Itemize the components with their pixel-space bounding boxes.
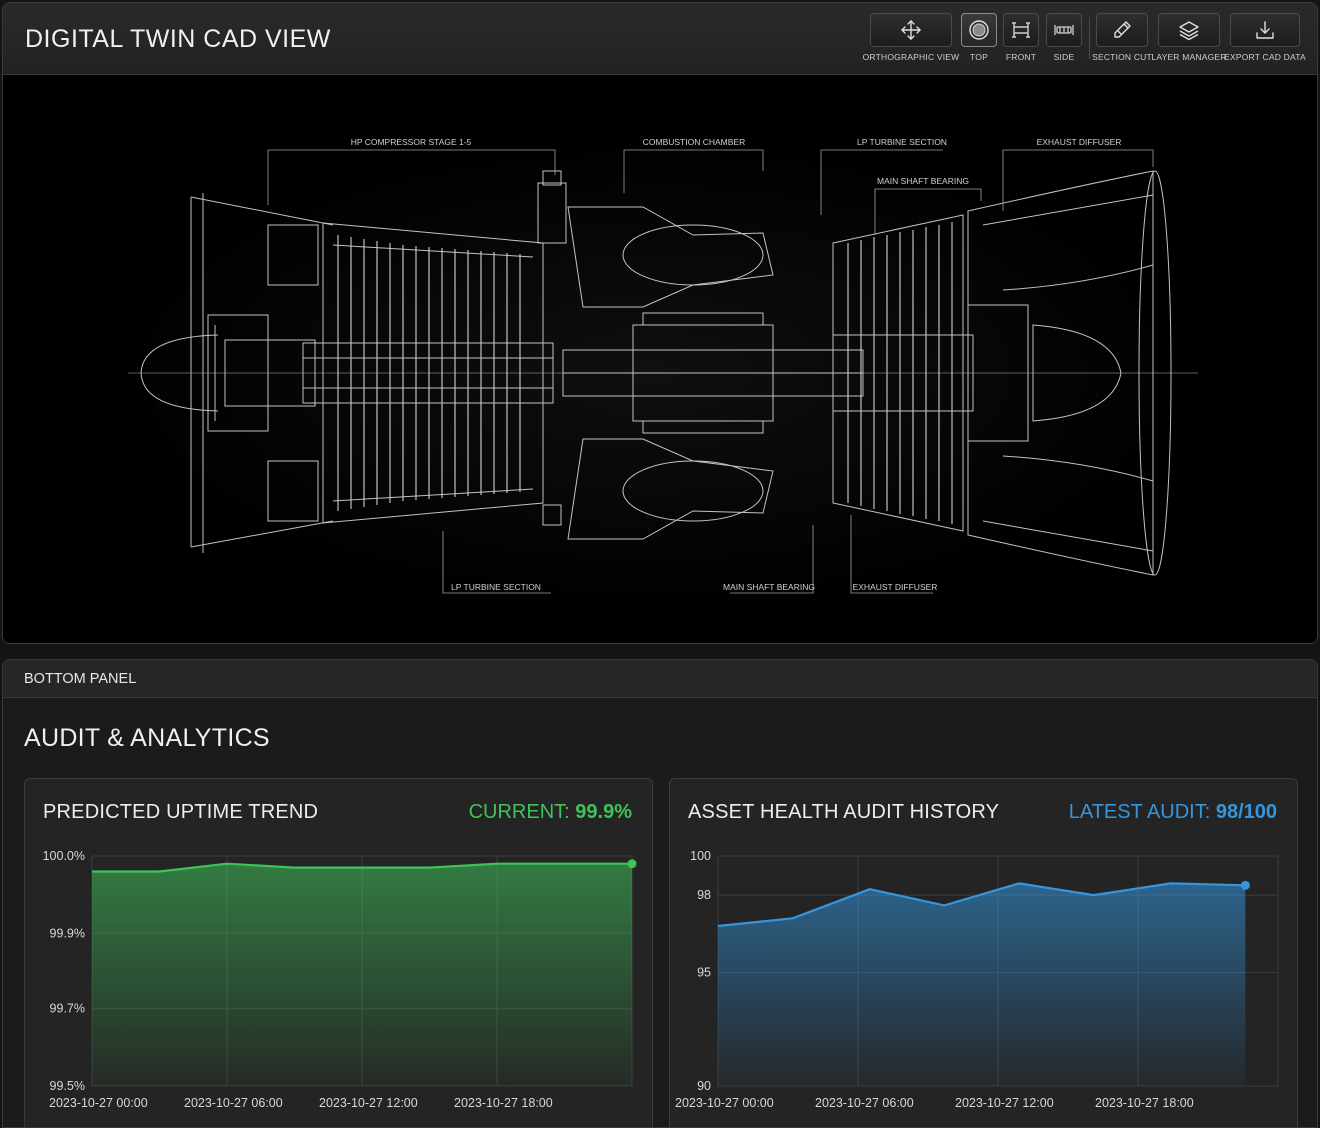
x-tick-label: 2023-10-27 00:00 xyxy=(49,1096,148,1110)
section-cut-icon xyxy=(1114,21,1131,38)
tool-label: SECTION CUT xyxy=(1092,52,1152,62)
uptime-trend-chart[interactable]: 100.0% 99.9% 99.7% 99.5% 2023-10-27 00:00 202… xyxy=(25,779,654,1128)
toolbar-divider xyxy=(1089,17,1090,59)
latest-data-point[interactable] xyxy=(1240,880,1250,890)
callout-label: EXHAUST DIFFUSER xyxy=(1037,137,1122,147)
export-cad-data-button[interactable]: EXPORT CAD DATA xyxy=(1224,13,1306,62)
tool-btn-frame[interactable] xyxy=(1096,13,1148,47)
tool-label: TOP xyxy=(970,52,988,62)
series-area xyxy=(718,883,1246,1086)
y-tick-label: 90 xyxy=(697,1079,711,1093)
y-tick-label: 99.5% xyxy=(50,1079,85,1093)
y-tick-label: 95 xyxy=(697,965,711,979)
side-view-button[interactable]: SIDE xyxy=(1046,13,1082,62)
x-tick-label: 2023-10-27 06:00 xyxy=(184,1096,283,1110)
bottom-panel: BOTTOM PANEL AUDIT & ANALYTICS PREDICTED… xyxy=(2,659,1318,1128)
y-tick-label: 99.9% xyxy=(50,926,85,940)
top-view-button[interactable]: TOP xyxy=(961,13,997,62)
download-icon xyxy=(1256,21,1274,39)
tool-label: FRONT xyxy=(1005,52,1037,62)
cad-view-panel: DIGITAL TWIN CAD VIEW ORTHOGRAPHIC VIEW xyxy=(2,2,1318,644)
callout-label: LP TURBINE SECTION xyxy=(857,137,947,147)
tool-label: LAYER MANAGER xyxy=(1151,52,1227,62)
tool-label: SIDE xyxy=(1053,52,1075,62)
callout-label: MAIN SHAFT BEARING xyxy=(723,582,815,592)
cad-header: DIGITAL TWIN CAD VIEW ORTHOGRAPHIC VIEW xyxy=(3,3,1317,75)
x-tick-label: 2023-10-27 12:00 xyxy=(319,1096,418,1110)
cad-viewport[interactable]: HP COMPRESSOR STAGE 1-5 COMBUSTION CHAMB… xyxy=(3,75,1318,644)
x-tick-label: 2023-10-27 18:00 xyxy=(454,1096,553,1110)
tool-btn-frame[interactable] xyxy=(1003,13,1039,47)
audit-history-card: ASSET HEALTH AUDIT HISTORY LATEST AUDIT:… xyxy=(669,778,1299,1128)
section-title: AUDIT & ANALYTICS xyxy=(24,724,270,752)
x-tick-label: 2023-10-27 12:00 xyxy=(955,1096,1054,1110)
x-tick-label: 2023-10-27 00:00 xyxy=(675,1096,774,1110)
callout-label: LP TURBINE SECTION xyxy=(451,582,541,592)
y-tick-label: 100 xyxy=(690,849,711,863)
tool-btn-frame[interactable] xyxy=(1046,13,1082,47)
front-view-button[interactable]: FRONT xyxy=(1003,13,1039,62)
layers-icon xyxy=(1179,21,1199,41)
latest-data-point[interactable] xyxy=(627,859,637,869)
move-arrows-icon xyxy=(901,20,921,40)
audit-history-chart[interactable]: 100 98 95 90 2023-10-27 00:00 2023-10-27 06:0… xyxy=(670,779,1299,1128)
x-tick-label: 2023-10-27 18:00 xyxy=(1095,1096,1194,1110)
tool-btn-frame[interactable] xyxy=(1230,13,1300,47)
front-view-icon xyxy=(1012,22,1030,38)
x-tick-label: 2023-10-27 06:00 xyxy=(815,1096,914,1110)
y-tick-label: 99.7% xyxy=(50,1002,85,1016)
callout-label: COMBUSTION CHAMBER xyxy=(643,137,745,147)
callout-label: EXHAUST DIFFUSER xyxy=(853,582,938,592)
section-cut-button[interactable]: SECTION CUT xyxy=(1092,13,1152,62)
y-tick-label: 100.0% xyxy=(43,849,85,863)
side-view-icon xyxy=(1054,25,1074,35)
tool-btn-frame[interactable] xyxy=(870,13,952,47)
uptime-trend-card: PREDICTED UPTIME TREND CURRENT: 99.9% 10… xyxy=(24,778,654,1128)
tool-btn-frame[interactable] xyxy=(961,13,997,47)
orthographic-view-button[interactable]: ORTHOGRAPHIC VIEW xyxy=(863,13,959,62)
tool-label: EXPORT CAD DATA xyxy=(1224,52,1306,62)
view-toolbar: ORTHOGRAPHIC VIEW TOP FRONT SIDE SECTION… xyxy=(863,13,1306,67)
layer-manager-button[interactable]: LAYER MANAGER xyxy=(1151,13,1226,62)
y-tick-label: 98 xyxy=(697,888,711,902)
callout-label: HP COMPRESSOR STAGE 1-5 xyxy=(351,137,472,147)
series-area xyxy=(92,863,632,1086)
app-title: DIGITAL TWIN CAD VIEW xyxy=(25,25,331,53)
tool-label: ORTHOGRAPHIC VIEW xyxy=(862,52,960,62)
top-view-icon xyxy=(969,20,989,40)
tool-btn-frame[interactable] xyxy=(1158,13,1220,47)
callout-label: MAIN SHAFT BEARING xyxy=(877,176,969,186)
bottom-panel-header[interactable]: BOTTOM PANEL xyxy=(3,660,1317,698)
